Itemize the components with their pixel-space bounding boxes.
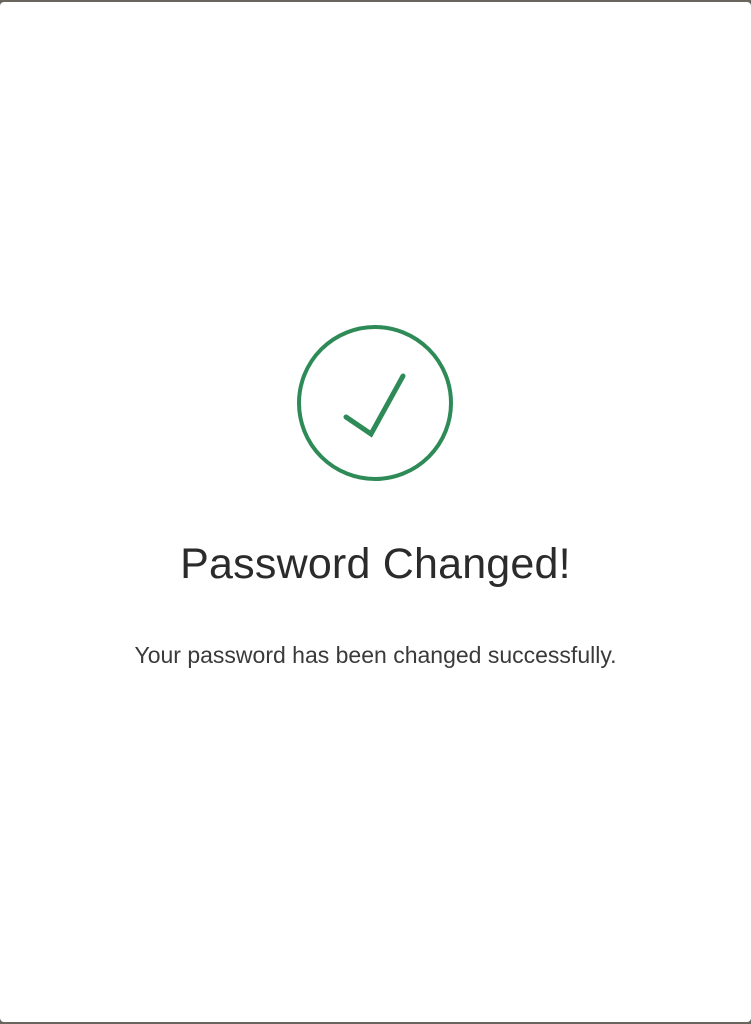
success-dialog: Password Changed! Your password has been…: [0, 2, 751, 1022]
dialog-message: Your password has been changed successfu…: [134, 642, 617, 668]
check-circle-icon: [295, 323, 455, 483]
dialog-title: Password Changed!: [180, 540, 571, 588]
